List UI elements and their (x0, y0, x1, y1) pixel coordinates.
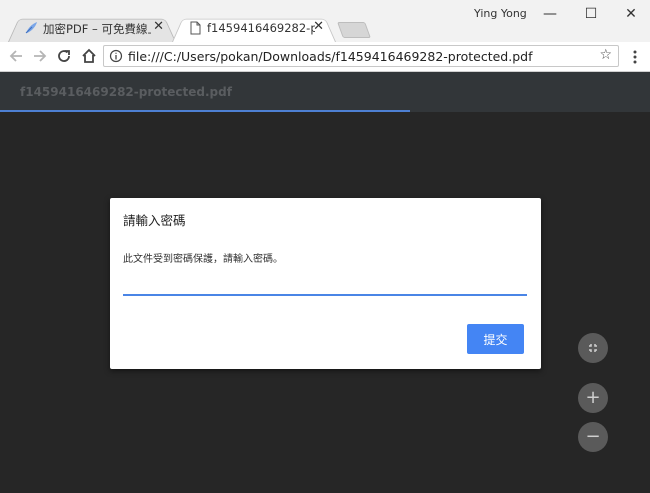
dialog-message: 此文件受到密碼保護，請輸入密碼。 (123, 254, 283, 265)
password-input[interactable] (123, 274, 527, 296)
reload-icon[interactable] (54, 46, 74, 66)
info-icon[interactable] (109, 49, 123, 63)
forward-arrow-icon[interactable] (30, 46, 50, 66)
tab-title: f1459416469282-prote (207, 21, 315, 35)
tab-encrypt-pdf[interactable]: 加密PDF – 可免費線上安 ✕ (8, 14, 176, 42)
pdf-viewer: f1459416469282-protected.pdf 請輸入密碼 此文件受到… (0, 72, 650, 493)
back-arrow-icon[interactable] (6, 46, 26, 66)
load-progress-bar (0, 110, 410, 112)
profile-name[interactable]: Ying Yong (474, 7, 527, 20)
home-icon[interactable] (79, 46, 99, 66)
address-bar[interactable]: file:///C:/Users/pokan/Downloads/f145941… (103, 45, 619, 67)
browser-window: 加密PDF – 可免費線上安 ✕ f1459416469282-prote ✕ … (0, 0, 650, 493)
document-icon (190, 21, 201, 35)
tab-close-icon[interactable]: ✕ (313, 20, 324, 34)
maximize-button[interactable]: ☐ (571, 3, 611, 25)
password-dialog: 請輸入密碼 此文件受到密碼保護，請輸入密碼。 提交 (110, 198, 541, 369)
fit-to-page-icon (589, 344, 597, 352)
pdf-toolbar: f1459416469282-protected.pdf (0, 72, 650, 112)
minimize-button[interactable]: — (530, 3, 570, 25)
feather-icon (25, 22, 37, 34)
url-text: file:///C:/Users/pokan/Downloads/f145941… (128, 49, 533, 64)
browser-toolbar: file:///C:/Users/pokan/Downloads/f145941… (0, 42, 650, 72)
tab-protected-pdf[interactable]: f1459416469282-prote ✕ (172, 14, 336, 42)
tab-title: 加密PDF – 可免費線上安 (43, 22, 151, 36)
pdf-filename: f1459416469282-protected.pdf (20, 85, 232, 99)
new-tab-button[interactable] (337, 22, 371, 38)
tab-strip: 加密PDF – 可免費線上安 ✕ f1459416469282-prote ✕ … (0, 0, 650, 42)
submit-button[interactable]: 提交 (467, 324, 524, 354)
fit-page-button[interactable] (578, 333, 608, 363)
dialog-title: 請輸入密碼 (123, 213, 186, 228)
menu-dots-icon[interactable] (627, 48, 643, 66)
zoom-in-button[interactable]: + (578, 383, 608, 413)
tab-close-icon[interactable]: ✕ (153, 20, 164, 34)
zoom-out-button[interactable]: − (578, 422, 608, 452)
bookmark-star-icon[interactable]: ☆ (599, 47, 612, 63)
close-window-button[interactable]: ✕ (611, 3, 650, 25)
